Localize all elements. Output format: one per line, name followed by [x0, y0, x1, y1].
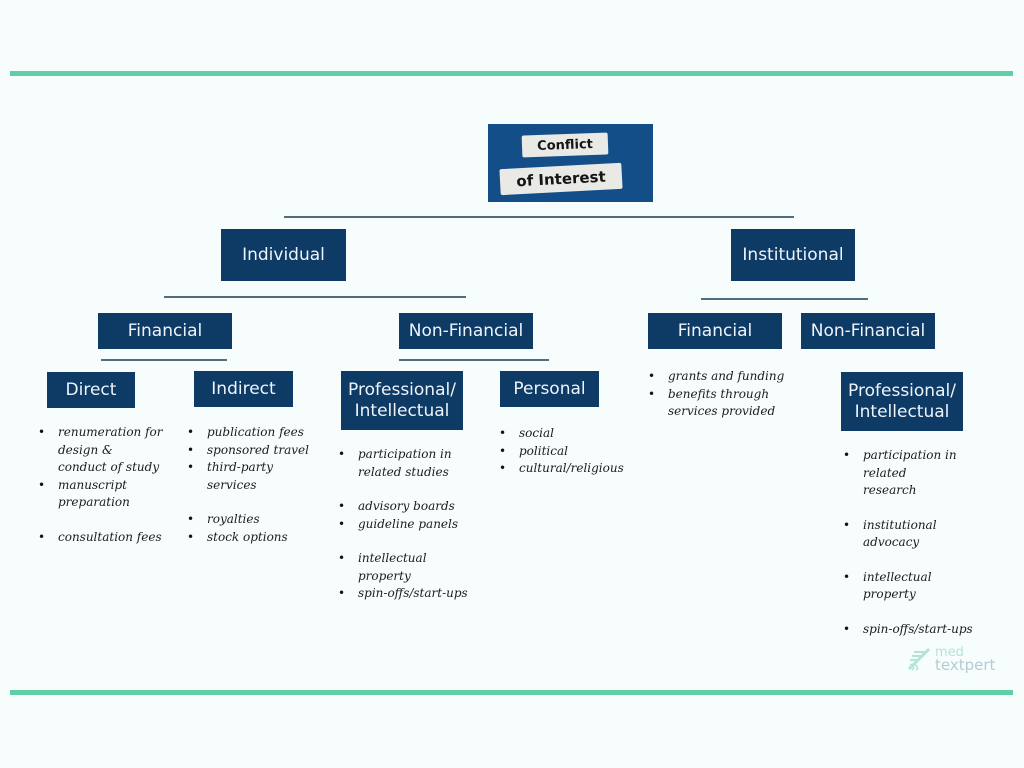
- list-item: institutional advocacy: [843, 517, 943, 552]
- medtextpert-logo: med textpert: [906, 646, 996, 674]
- node-label-line1: Professional/: [348, 379, 456, 400]
- node-label-line2: Intellectual: [854, 401, 950, 422]
- connector-root: [284, 216, 794, 218]
- node-institutional-non-financial: Non-Financial: [801, 313, 935, 349]
- list-item: renumeration for design & conduct of stu…: [38, 424, 163, 477]
- node-individual: Individual: [221, 229, 346, 281]
- list-item: grants and funding: [648, 368, 788, 386]
- list-institutional-professional: participation in related research instit…: [843, 447, 983, 638]
- list-direct: renumeration for design & conduct of stu…: [38, 424, 163, 546]
- node-indirect: Indirect: [194, 371, 293, 407]
- list-item: royalties: [187, 511, 312, 529]
- list-item: third-party services: [187, 459, 277, 494]
- list-item: cultural/religious: [499, 460, 629, 478]
- top-rule: [10, 71, 1013, 76]
- title-line2: of Interest: [499, 162, 623, 196]
- list-personal: social political cultural/religious: [499, 425, 629, 478]
- title-badge: Conflict of Interest: [488, 124, 653, 202]
- node-institutional: Institutional: [731, 229, 855, 281]
- list-indirect: publication fees sponsored travel third-…: [187, 424, 312, 546]
- list-item: advisory boards: [338, 498, 478, 516]
- node-individual-financial: Financial: [98, 313, 232, 349]
- list-item: manuscript preparation: [38, 477, 133, 512]
- node-institutional-financial: Financial: [648, 313, 782, 349]
- list-item: publication fees: [187, 424, 312, 442]
- list-item: participation in related research: [843, 447, 963, 500]
- node-direct: Direct: [47, 372, 135, 408]
- list-item: intellectual property: [338, 550, 428, 585]
- title-line1: Conflict: [521, 132, 609, 158]
- node-label-line1: Professional/: [848, 380, 956, 401]
- connector-individual-nonfinancial: [399, 359, 549, 361]
- node-individual-professional: Professional/ Intellectual: [341, 371, 463, 430]
- connector-individual-financial: [101, 359, 227, 361]
- list-item: participation in related studies: [338, 446, 453, 481]
- list-item: stock options: [187, 529, 312, 547]
- list-item: sponsored travel: [187, 442, 312, 460]
- list-item: spin-offs/start-ups: [338, 585, 478, 603]
- node-individual-non-financial: Non-Financial: [399, 313, 533, 349]
- list-item: social: [499, 425, 629, 443]
- node-label-line2: Intellectual: [354, 400, 450, 421]
- list-item: political: [499, 443, 629, 461]
- list-item: guideline panels: [338, 516, 478, 534]
- list-item: spin-offs/start-ups: [843, 621, 983, 639]
- connector-institutional: [701, 298, 868, 300]
- list-institutional-financial: grants and funding benefits through serv…: [648, 368, 788, 421]
- plane-icon: [907, 647, 931, 671]
- logo-text-textpert: textpert: [935, 656, 996, 674]
- list-item: benefits through services provided: [648, 386, 778, 421]
- list-item: consultation fees: [38, 529, 163, 547]
- connector-individual: [164, 296, 466, 298]
- list-individual-professional: participation in related studies advisor…: [338, 446, 478, 603]
- node-institutional-professional: Professional/ Intellectual: [841, 372, 963, 431]
- bottom-rule: [10, 690, 1013, 695]
- list-item: intellectual property: [843, 569, 933, 604]
- node-personal: Personal: [500, 371, 599, 407]
